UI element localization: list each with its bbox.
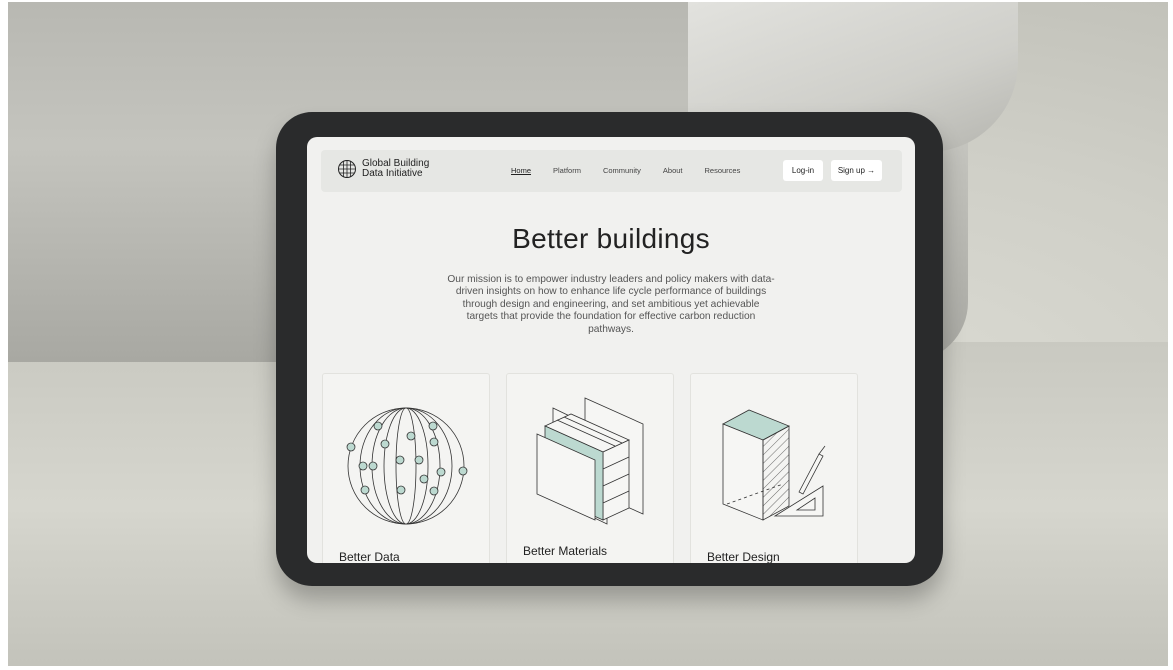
card-better-materials[interactable]: Better Materials	[506, 373, 674, 563]
nav-link-about[interactable]: About	[663, 166, 683, 175]
card-title-data: Better Data	[339, 550, 400, 563]
building-design-icon	[722, 409, 826, 521]
hero-title: Better buildings	[512, 223, 710, 254]
top-navbar: Global Building Data Initiative Home Pla…	[321, 150, 902, 192]
globe-logo-icon	[338, 160, 356, 178]
card-better-data[interactable]: Better Data	[322, 373, 490, 563]
globe-data-icon	[346, 407, 468, 525]
nav-link-community[interactable]: Community	[603, 166, 641, 175]
logo-text: Global Building Data Initiative	[362, 158, 430, 179]
hero-text: Our mission is to empower industry leade…	[447, 274, 775, 335]
card-title-materials: Better Materials	[523, 544, 608, 558]
card-title-design: Better Design	[707, 550, 780, 563]
site-logo[interactable]: Global Building Data Initiative	[337, 159, 452, 179]
nav-link-platform[interactable]: Platform	[553, 166, 581, 175]
nav-links: Home Platform Community About Resources	[511, 166, 762, 175]
wall-materials-icon	[536, 397, 644, 525]
nav-link-resources[interactable]: Resources	[705, 166, 741, 175]
tablet-screen: Global Building Data Initiative Home Pla…	[307, 137, 915, 563]
signup-button[interactable]: Sign up →	[831, 160, 882, 181]
nav-link-home[interactable]: Home	[511, 166, 531, 175]
card-better-design[interactable]: Better Design	[690, 373, 858, 563]
login-button[interactable]: Log-in	[783, 160, 823, 181]
